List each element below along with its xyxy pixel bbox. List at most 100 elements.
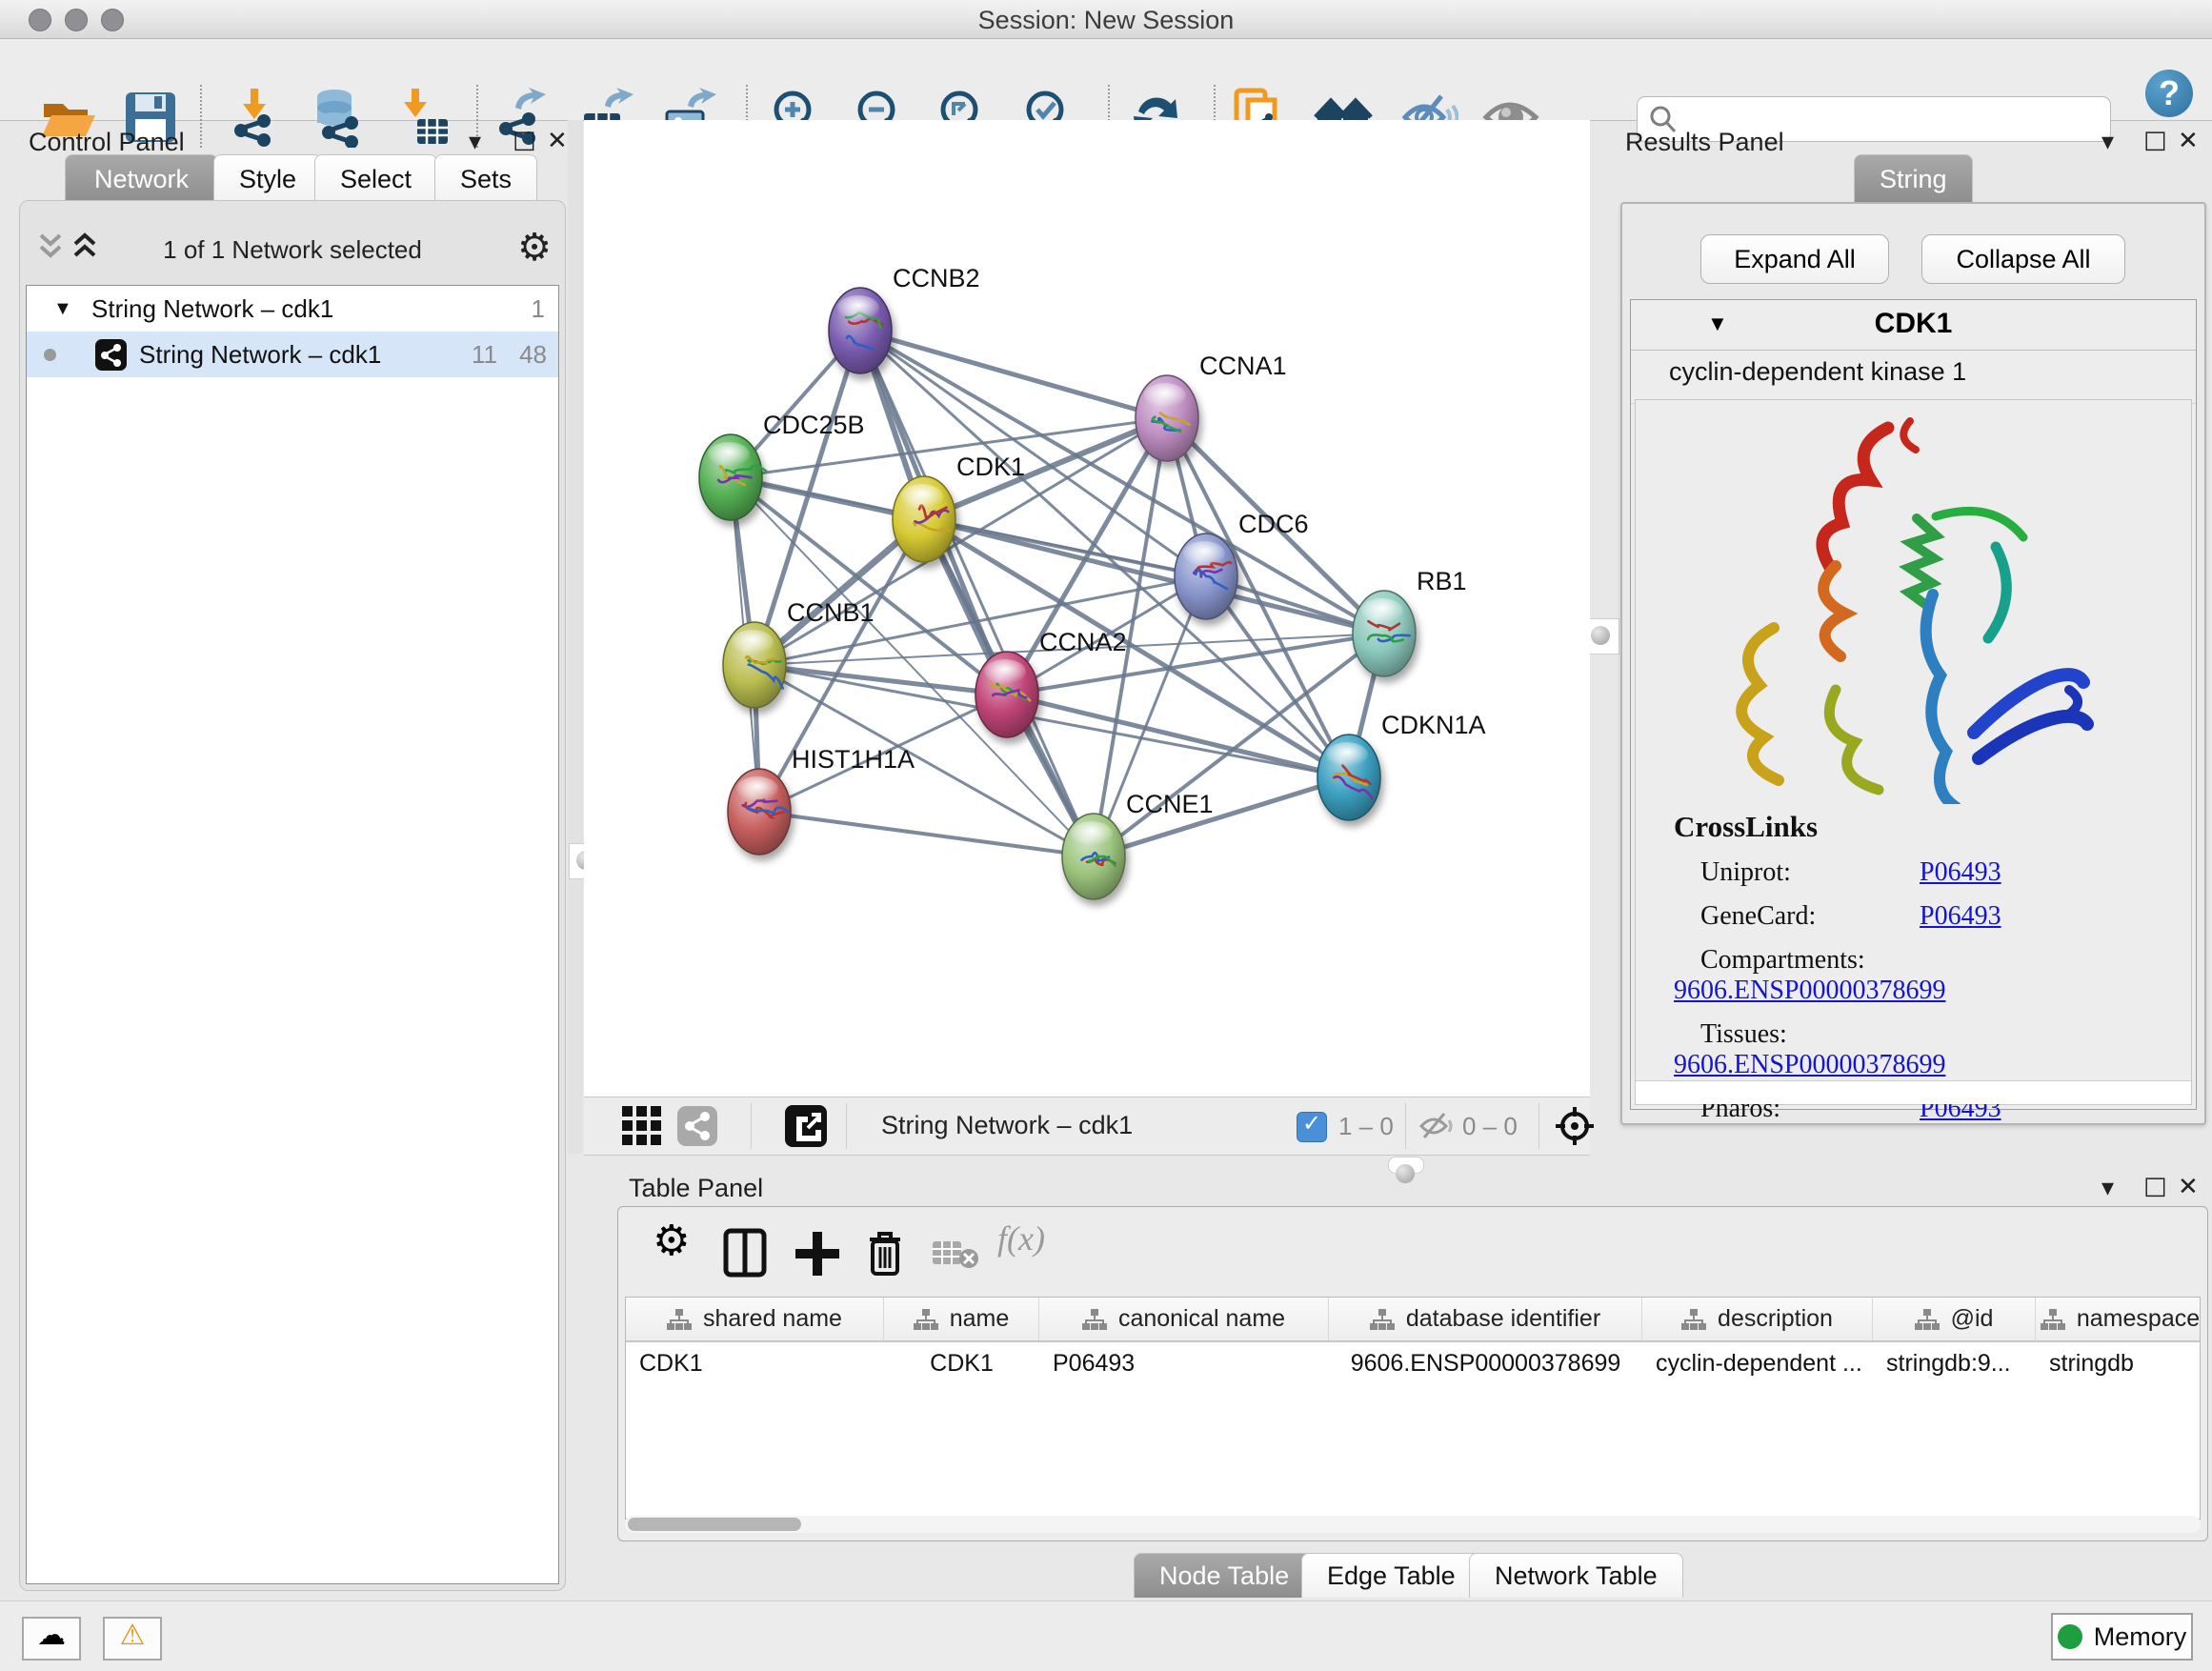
column-header-name[interactable]: name [884,1298,1039,1340]
tab-string-results[interactable]: String [1854,154,1973,203]
crosslink-link[interactable]: P06493 [1920,901,2001,931]
tab-sets[interactable]: Sets [434,154,537,203]
table-panel-menu-icon[interactable]: ▾ [2101,1174,2114,1202]
bottom-splitter-handle[interactable] [1388,1157,1424,1174]
control-panel-close-icon[interactable]: ✕ [547,127,568,155]
network-tree: ▼ String Network – cdk1 1 String Network… [26,285,559,1584]
node-label: HIST1H1A [792,745,915,774]
tab-network[interactable]: Network [65,154,218,203]
node-label: CDC6 [1238,510,1309,538]
import-network-icon[interactable] [228,87,289,148]
node-label: CCNA1 [1199,352,1287,380]
add-column-icon[interactable] [794,1228,841,1278]
cloud-status-icon[interactable]: ☁ [22,1617,81,1661]
network-status-dot [44,349,56,361]
column-network-icon [1082,1308,1107,1331]
import-database-icon[interactable] [308,87,369,148]
network-edge[interactable] [860,331,1094,856]
column-header-database-identifier[interactable]: database identifier [1329,1298,1642,1340]
import-table-icon[interactable] [392,87,453,148]
network-type-icon [95,339,127,371]
results-panel-float-icon[interactable]: □ [2143,126,2167,154]
network-selection-status: 1 of 1 Network selected [20,235,565,265]
memory-label: Memory [2094,1622,2187,1651]
column-header-label: name [950,1305,1010,1333]
control-panel-float-icon[interactable]: □ [513,126,536,154]
table-panel-close-icon[interactable]: ✕ [2178,1173,2199,1201]
network-options-gear-icon[interactable]: ⚙ [517,226,552,270]
network-row[interactable]: String Network – cdk1 11 48 [27,332,558,377]
column-header-canonical-name[interactable]: canonical name [1039,1298,1329,1340]
tree-expander-icon[interactable]: ▼ [53,286,72,332]
column-header-namespace[interactable]: namespace [2036,1298,2201,1340]
network-edge[interactable] [759,812,1094,856]
network-node-CCNA1[interactable]: CCNA1 [1136,352,1287,461]
node-label: CDK1 [956,453,1025,481]
column-header-label: namespace [2077,1305,2200,1333]
crosslink-row: Uniprot:P06493 [1674,857,2191,888]
column-header-description[interactable]: description [1642,1298,1873,1340]
table-cell: 9606.ENSP00000378699 [1329,1342,1642,1384]
birds-eye-view-icon[interactable] [622,1106,662,1146]
results-panel-title: Results Panel [1625,128,1784,157]
separator [846,1103,847,1149]
left-splitter[interactable] [568,120,583,1154]
control-panel-menu-icon[interactable]: ▾ [469,128,481,156]
table-options-gear-icon[interactable]: ⚙ [653,1217,690,1265]
crosslink-link[interactable]: 9606.ENSP00000378699 [1674,1050,1945,1079]
results-panel-close-icon[interactable]: ✕ [2178,127,2199,155]
crosslink-label: Uniprot: [1674,857,1920,888]
crosslink-label: Tissues: [1674,1019,1920,1050]
network-node-CDKN1A[interactable]: CDKN1A [1317,711,1486,820]
tab-select[interactable]: Select [314,154,437,203]
gene-description: cyclin-dependent kinase 1 [1631,350,2196,404]
tab-edge-table[interactable]: Edge Table [1301,1553,1481,1598]
crosslinks-block: CrossLinks Uniprot:P06493GeneCard:P06493… [1674,810,2191,1124]
gene-section-header[interactable]: ▼ CDK1 [1631,300,2196,351]
table-cell: CDK1 [626,1342,884,1384]
column-network-icon [667,1308,692,1331]
selected-nodes-checkbox[interactable] [1297,1112,1327,1142]
crosslink-row: Compartments:9606.ENSP00000378699 [1674,945,2191,1006]
network-collection-row[interactable]: ▼ String Network – cdk1 1 [27,286,558,332]
delete-column-icon[interactable] [864,1228,906,1279]
network-edge[interactable] [924,519,1384,634]
network-overview-icon[interactable] [677,1106,717,1146]
network-node-RB1[interactable]: RB1 [1353,567,1467,676]
column-header-label: description [1718,1305,1833,1333]
node-label: CCNE1 [1126,790,1214,818]
crosslink-row: Tissues:9606.ENSP00000378699 [1674,1019,2191,1080]
tab-node-table[interactable]: Node Table [1134,1553,1315,1598]
table-panel-float-icon[interactable]: □ [2143,1172,2167,1200]
gene-section: ▼ CDK1 cyclin-dependent kinase 1 [1630,299,2197,1110]
tab-network-table[interactable]: Network Table [1469,1553,1683,1598]
table-row[interactable]: CDK1CDK1P064939606.ENSP00000378699cyclin… [626,1342,2200,1384]
results-panel-menu-icon[interactable]: ▾ [2101,128,2114,156]
crosslink-link[interactable]: 9606.ENSP00000378699 [1674,976,1945,1005]
column-network-icon [1915,1308,1940,1331]
node-label: CDKN1A [1381,711,1486,739]
column-header-shared-name[interactable]: shared name [626,1298,884,1340]
show-columns-icon[interactable] [723,1228,767,1278]
status-bar: ☁ ⚠ Memory [0,1601,2212,1671]
node-label: CCNB2 [893,264,980,292]
network-canvas[interactable]: CCNB2CCNA1CDC25BCDK1CDC6RB1CCNB1CCNA2CDK… [584,120,1590,1097]
open-in-browser-icon[interactable] [785,1105,827,1147]
separator [1405,1103,1406,1149]
memory-button[interactable]: Memory [2051,1613,2193,1661]
hidden-counts: 0 – 0 [1462,1112,1518,1141]
crosslink-link[interactable]: P06493 [1920,857,2001,887]
help-icon[interactable]: ? [2145,70,2193,117]
network-collection-label: String Network – cdk1 [91,286,333,332]
warning-status-icon[interactable]: ⚠ [103,1617,162,1661]
tab-style[interactable]: Style [213,154,322,203]
column-network-icon [1370,1308,1395,1331]
table-hscrollbar-thumb[interactable] [628,1518,801,1531]
current-network-title: String Network – cdk1 [881,1111,1133,1140]
column-header--id[interactable]: @id [1873,1298,2036,1340]
expand-all-button[interactable]: Expand All [1700,234,1889,284]
protein-structure-image [1693,404,2102,804]
fit-selected-crosshair-icon[interactable] [1554,1105,1596,1147]
collapse-all-button[interactable]: Collapse All [1921,234,2125,284]
column-header-label: canonical name [1118,1305,1285,1333]
